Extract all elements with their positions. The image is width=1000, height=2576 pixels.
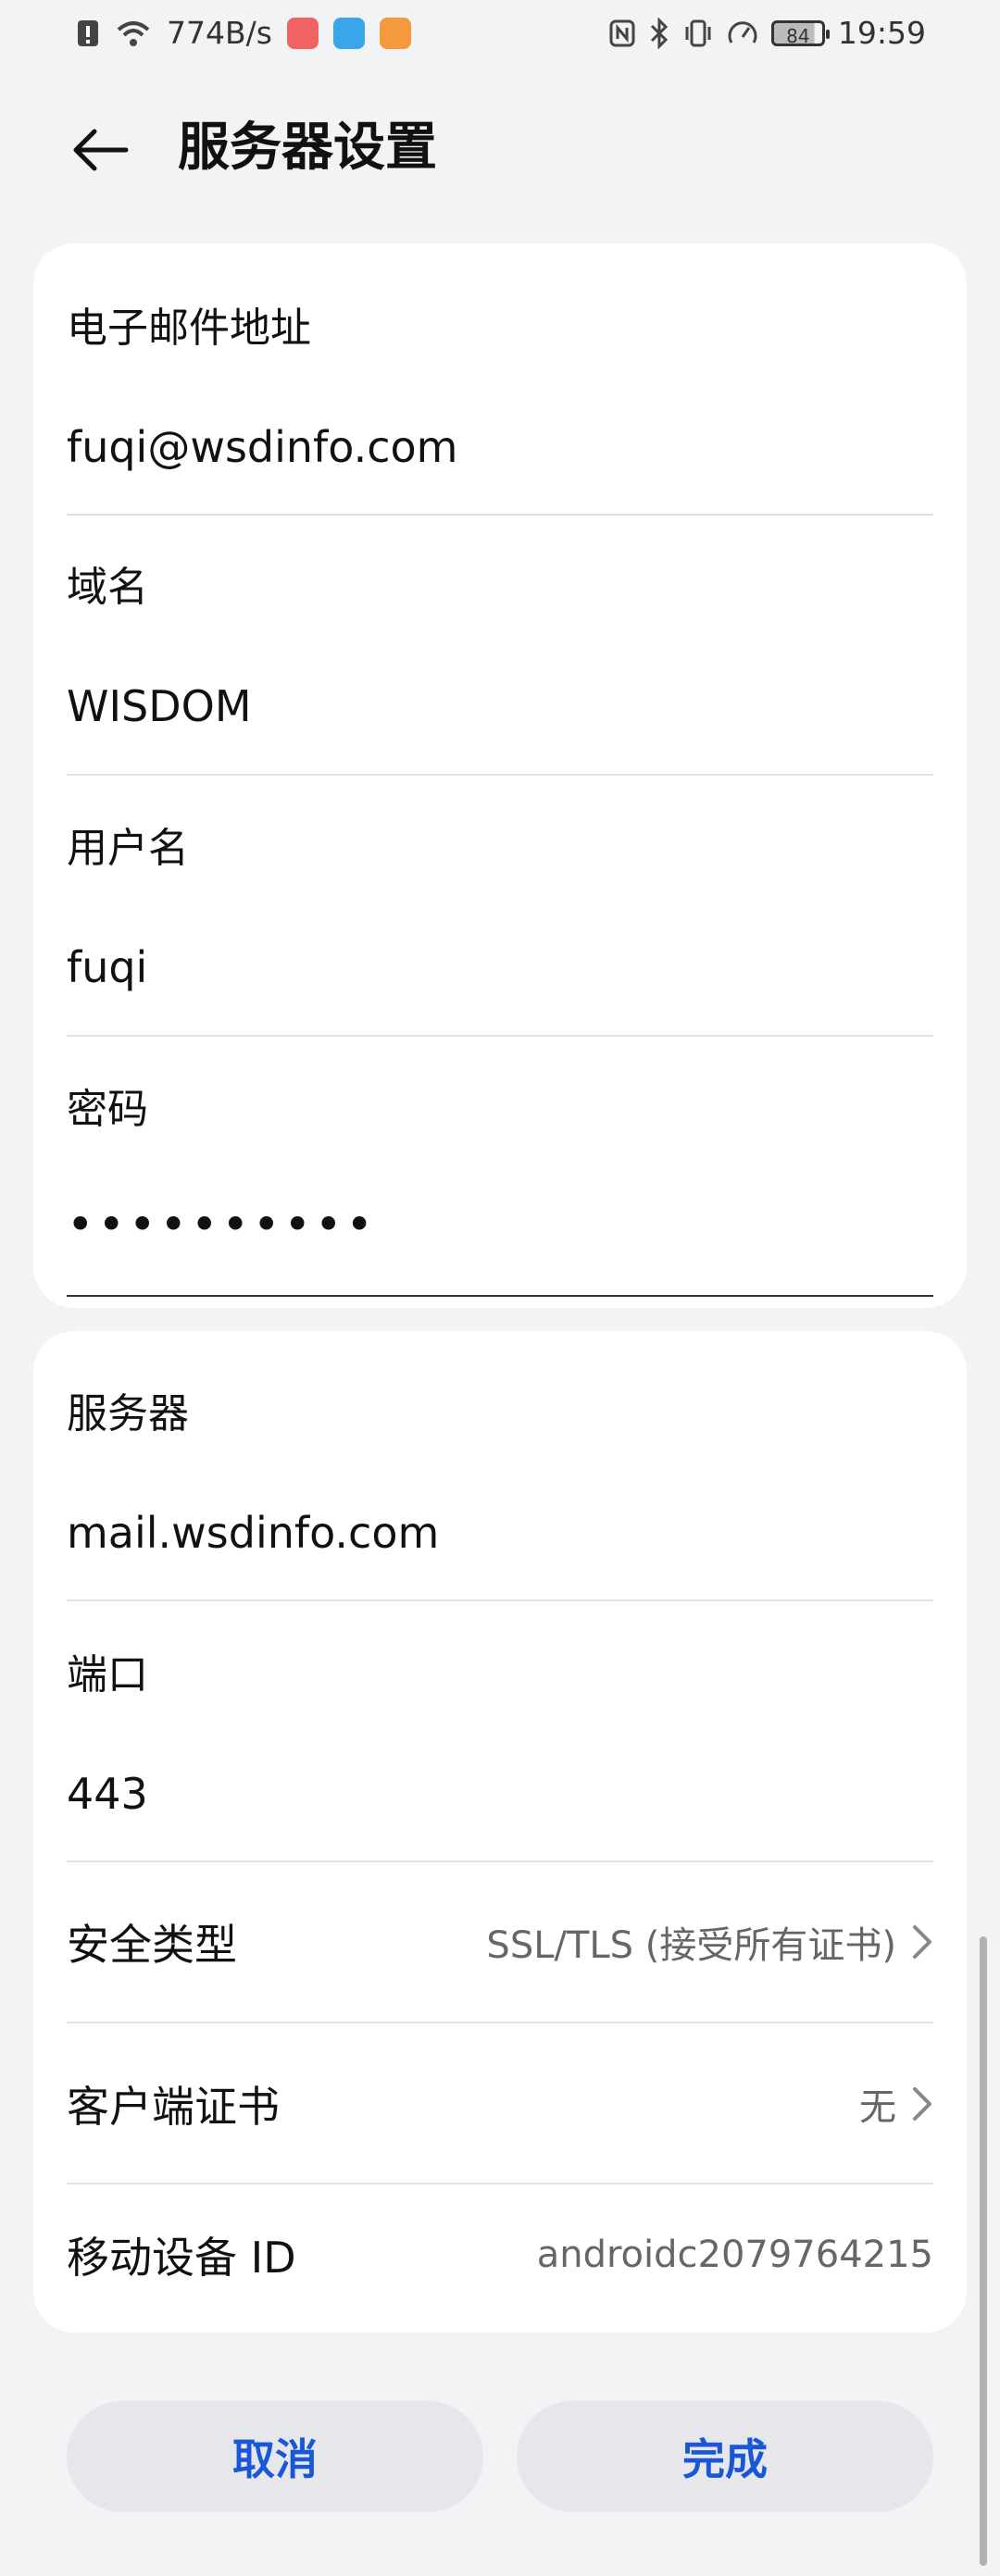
- speedometer-icon: [727, 19, 758, 48]
- device-id-value: androidc2079764215: [536, 2234, 933, 2276]
- status-bar: 774B/s 84 19:59: [0, 0, 1000, 67]
- divider: [67, 2022, 933, 2023]
- device-id-row: 移动设备 ID androidc2079764215: [67, 2199, 933, 2310]
- domain-value[interactable]: WISDOM: [67, 678, 933, 734]
- client-cert-label: 客户端证书: [67, 2082, 280, 2132]
- chevron-right-icon: [913, 2087, 931, 2121]
- email-label: 电子邮件地址: [67, 305, 311, 352]
- sim-alert-icon: [76, 19, 100, 48]
- cancel-button[interactable]: 取消: [67, 2401, 483, 2512]
- divider: [67, 774, 933, 776]
- divider: [67, 2183, 933, 2184]
- server-label: 服务器: [67, 1390, 189, 1437]
- scrollbar[interactable]: [980, 1936, 987, 2566]
- header: 服务器设置: [0, 93, 1000, 204]
- username-value[interactable]: fuqi: [67, 940, 933, 995]
- security-type-label: 安全类型: [67, 1920, 237, 1970]
- back-button[interactable]: [63, 113, 137, 187]
- password-value[interactable]: ••••••••••: [67, 1197, 933, 1252]
- username-label: 用户名: [67, 825, 189, 872]
- password-section: 密码: [67, 1082, 933, 1138]
- app-notification-icon: [332, 17, 365, 49]
- back-arrow-icon: [73, 129, 129, 171]
- page-title: 服务器设置: [178, 118, 437, 178]
- username-field[interactable]: fuqi: [67, 940, 933, 995]
- device-id-label: 移动设备 ID: [67, 2233, 296, 2283]
- server-value[interactable]: mail.wsdinfo.com: [67, 1505, 933, 1561]
- password-underline: [67, 1295, 933, 1297]
- divider: [67, 514, 933, 516]
- security-type-value: SSL/TLS (接受所有证书): [486, 1924, 896, 1967]
- account-card: 电子邮件地址 fuqi@wsdinfo.com 域名 WISDOM 用户名 fu…: [33, 243, 967, 1308]
- chevron-right-icon: [913, 1925, 931, 1959]
- app-notification-icon: [379, 17, 411, 49]
- server-settings-screen: 774B/s 84 19:59 服务器设置 电子邮件地址 fuqi@wsdinf…: [0, 0, 1000, 2576]
- vibrate-icon: [682, 19, 714, 48]
- password-field[interactable]: ••••••••••: [67, 1197, 933, 1252]
- domain-label: 域名: [67, 564, 148, 611]
- battery-icon: 84: [770, 19, 830, 47]
- port-field[interactable]: 443: [67, 1766, 933, 1822]
- done-button[interactable]: 完成: [517, 2401, 933, 2512]
- server-card: 服务器 mail.wsdinfo.com 端口 443 安全类型 SSL/TLS…: [33, 1331, 967, 2333]
- port-value[interactable]: 443: [67, 1766, 933, 1822]
- email-value[interactable]: fuqi@wsdinfo.com: [67, 419, 933, 475]
- email-field[interactable]: fuqi@wsdinfo.com: [67, 419, 933, 475]
- server-field[interactable]: mail.wsdinfo.com: [67, 1505, 933, 1561]
- password-label: 密码: [67, 1086, 148, 1133]
- wifi-icon: [115, 19, 152, 48]
- security-type-row[interactable]: 安全类型 SSL/TLS (接受所有证书): [67, 1886, 933, 1997]
- email-section: 电子邮件地址: [67, 301, 933, 356]
- client-cert-row[interactable]: 客户端证书 无: [67, 2048, 933, 2159]
- divider: [67, 1035, 933, 1037]
- port-section: 端口: [67, 1648, 933, 1703]
- port-label: 端口: [67, 1651, 148, 1699]
- bluetooth-icon: [649, 17, 669, 49]
- client-cert-value: 无: [859, 2086, 896, 2129]
- app-notification-icon: [286, 17, 319, 49]
- clock: 19:59: [837, 15, 926, 51]
- nfc-icon: [608, 19, 636, 48]
- divider: [67, 1599, 933, 1601]
- username-section: 用户名: [67, 821, 933, 877]
- server-section: 服务器: [67, 1387, 933, 1442]
- domain-field[interactable]: WISDOM: [67, 678, 933, 734]
- network-speed: 774B/s: [167, 15, 272, 51]
- divider: [67, 1860, 933, 1862]
- domain-section: 域名: [67, 560, 933, 616]
